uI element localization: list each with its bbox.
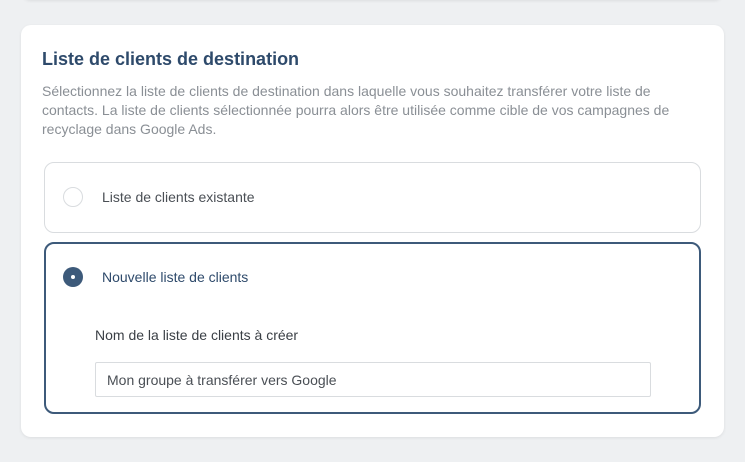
radio-selected-dot (71, 275, 75, 279)
new-list-name-input[interactable] (95, 362, 651, 397)
option-existing-label: Liste de clients existante (102, 189, 255, 205)
radio-existing-list[interactable] (63, 187, 83, 207)
radio-new-list[interactable] (63, 267, 83, 287)
section-title: Liste de clients de destination (42, 49, 300, 69)
option-new-list[interactable]: Nouvelle liste de clients Nom de la list… (44, 242, 701, 414)
option-new-label: Nouvelle liste de clients (102, 269, 249, 285)
section-description: Sélectionnez la liste de clients de dest… (42, 83, 670, 137)
new-list-name-label: Nom de la liste de clients à créer (95, 327, 299, 343)
destination-list-card: Liste de clients de destination Sélectio… (21, 25, 724, 437)
option-existing-list[interactable]: Liste de clients existante (44, 162, 701, 233)
